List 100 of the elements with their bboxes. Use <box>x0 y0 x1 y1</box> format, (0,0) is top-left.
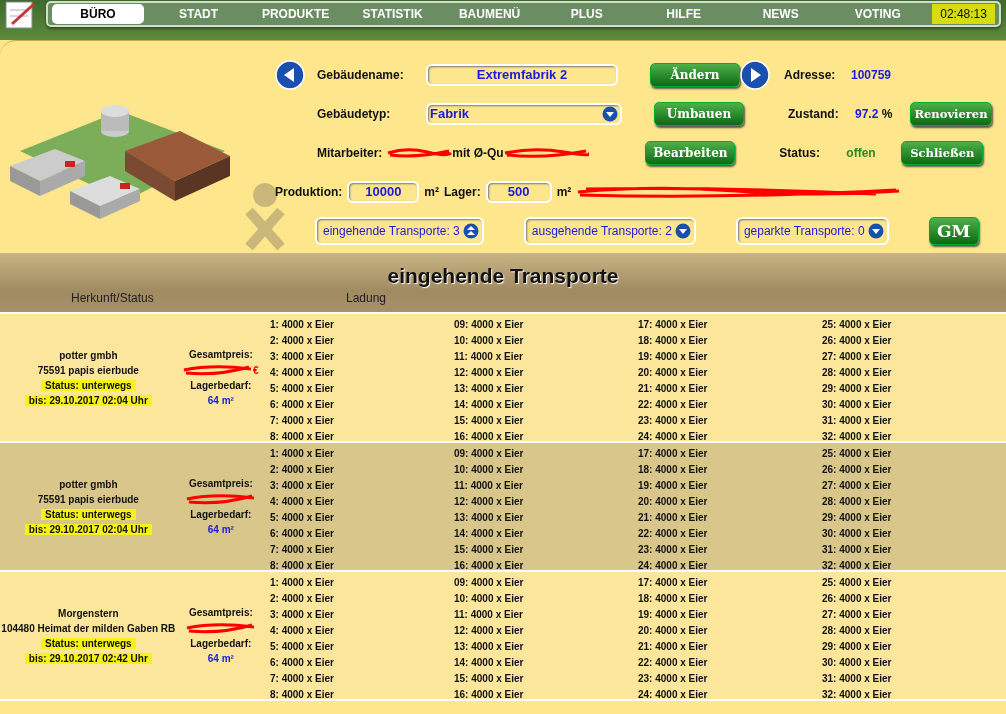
cargo-item: 2: 4000 x Eier <box>270 592 335 606</box>
cargo-item: 23: 4000 x Eier <box>638 672 709 686</box>
cargo-item: 1: 4000 x Eier <box>270 318 335 332</box>
cargo-item: 11: 4000 x Eier <box>454 608 524 622</box>
cargo-item: 29: 4000 x Eier <box>822 382 893 396</box>
notepad-icon[interactable] <box>4 0 38 30</box>
cargo-item: 2: 4000 x Eier <box>270 463 335 477</box>
transport-toggle[interactable]: geparkte Transporte: 0 <box>735 216 889 245</box>
building-name-field[interactable]: Extremfabrik 2 <box>426 63 618 86</box>
cargo-item: 09: 4000 x Eier <box>454 576 525 590</box>
cargo-item: 5: 4000 x Eier <box>270 511 335 525</box>
arrival-time: bis: 29.10.2017 02:04 Uhr <box>24 523 152 535</box>
cargo-item: 30: 4000 x Eier <box>822 656 893 670</box>
nav-tab[interactable]: PRODUKTE <box>247 4 345 24</box>
column-header: Ladung <box>346 291 387 307</box>
cargo-item: 17: 4000 x Eier <box>638 318 709 332</box>
redaction-scribble <box>185 622 256 634</box>
cargo-item: 27: 4000 x Eier <box>822 350 893 364</box>
transport-status: Status: unterwegs <box>41 508 136 520</box>
cargo-item: 25: 4000 x Eier <box>822 576 893 590</box>
cargo-item: 18: 4000 x Eier <box>638 463 709 477</box>
redaction-scribble <box>185 493 256 505</box>
nav-tab[interactable]: STADT <box>150 4 248 24</box>
cargo-item: 22: 4000 x Eier <box>638 398 709 412</box>
storage-field[interactable]: 500 <box>485 180 552 203</box>
cargo-item: 6: 4000 x Eier <box>270 527 335 541</box>
percent-unit: % <box>881 106 893 121</box>
cargo-item: 12: 4000 x Eier <box>454 495 525 509</box>
production-field[interactable]: 10000 <box>347 180 420 203</box>
cargo-item: 3: 4000 x Eier <box>270 350 335 364</box>
cargo-item: 15: 4000 x Eier <box>454 414 525 428</box>
cargo-item: 4: 4000 x Eier <box>270 495 335 509</box>
total-price-label: Gesamtpreis: <box>188 607 253 618</box>
nav-tab[interactable]: STATISTIK <box>344 4 442 24</box>
condition-label: Zustand: <box>788 106 840 121</box>
cargo-item: 22: 4000 x Eier <box>638 656 709 670</box>
cargo-item: 24: 4000 x Eier <box>638 559 709 573</box>
nav-tab[interactable]: HILFE <box>635 4 733 24</box>
section-title: eingehende Transporte <box>0 253 1006 291</box>
nav-tab[interactable]: BAUMENÜ <box>441 4 539 24</box>
nav-tab[interactable]: PLUS <box>538 4 636 24</box>
edit-button[interactable]: Bearbeiten <box>645 140 736 165</box>
renovate-button[interactable]: Renovieren <box>910 101 992 126</box>
cargo-item: 19: 4000 x Eier <box>638 350 709 364</box>
transport-toggle[interactable]: eingehende Transporte: 3 <box>315 216 484 245</box>
status-value: offen <box>846 145 877 160</box>
nav-tab[interactable]: BÜRO <box>52 4 144 24</box>
origin-name: 104480 Heimat der milden Gaben RB <box>1 622 176 634</box>
cargo-item: 21: 4000 x Eier <box>638 382 709 396</box>
collapse-icon <box>462 222 479 239</box>
cargo-item: 26: 4000 x Eier <box>822 334 893 348</box>
transport-status: Status: unterwegs <box>41 379 136 391</box>
cargo-item: 28: 4000 x Eier <box>822 624 893 638</box>
cargo-item: 24: 4000 x Eier <box>638 430 709 444</box>
cargo-item: 17: 4000 x Eier <box>638 447 709 461</box>
cargo-item: 12: 4000 x Eier <box>454 624 525 638</box>
cargo-item: 10: 4000 x Eier <box>454 592 525 606</box>
company-name: potter gmbh <box>59 349 118 361</box>
production-label: Produktion: <box>275 184 343 199</box>
storage-label: Lager: <box>444 184 481 199</box>
cargo-item: 28: 4000 x Eier <box>822 366 893 380</box>
rebuild-button[interactable]: Umbauen <box>654 101 744 126</box>
next-arrow-button[interactable] <box>740 59 770 90</box>
nav-tab[interactable]: VOTING <box>829 4 927 24</box>
rename-button[interactable]: Ändern <box>650 62 740 87</box>
cargo-item: 20: 4000 x Eier <box>638 495 709 509</box>
storage-unit: m² <box>556 184 572 199</box>
building-name-label: Gebäudename: <box>317 67 405 82</box>
nav-tab[interactable]: NEWS <box>732 4 830 24</box>
cargo-item: 17: 4000 x Eier <box>638 576 709 590</box>
cargo-item: 09: 4000 x Eier <box>454 447 525 461</box>
cargo-item: 25: 4000 x Eier <box>822 447 893 461</box>
cargo-item: 12: 4000 x Eier <box>454 366 525 380</box>
cargo-item: 4: 4000 x Eier <box>270 624 335 638</box>
cargo-item: 20: 4000 x Eier <box>638 366 709 380</box>
cargo-item: 32: 4000 x Eier <box>822 430 893 444</box>
cargo-item: 21: 4000 x Eier <box>638 640 709 654</box>
cargo-item: 11: 4000 x Eier <box>454 350 524 364</box>
cargo-item: 19: 4000 x Eier <box>638 608 709 622</box>
cargo-item: 5: 4000 x Eier <box>270 640 335 654</box>
previous-arrow-button[interactable] <box>275 59 305 90</box>
cargo-item: 3: 4000 x Eier <box>270 608 335 622</box>
close-building-button[interactable]: Schließen <box>901 140 984 165</box>
gm-button[interactable]: GM <box>928 216 979 245</box>
column-header: Herkunft/Status <box>71 291 155 307</box>
cargo-item: 1: 4000 x Eier <box>270 576 335 590</box>
cargo-item: 31: 4000 x Eier <box>822 543 893 557</box>
cargo-item: 18: 4000 x Eier <box>638 334 709 348</box>
expand-icon <box>867 222 884 239</box>
production-unit: m² <box>424 184 439 199</box>
cargo-item: 26: 4000 x Eier <box>822 463 893 477</box>
storage-need-value: 64 m² <box>207 395 234 406</box>
building-type-dropdown[interactable]: Fabrik <box>426 102 622 125</box>
cargo-item: 16: 4000 x Eier <box>454 688 525 702</box>
cargo-item: 15: 4000 x Eier <box>454 543 525 557</box>
cargo-item: 10: 4000 x Eier <box>454 463 525 477</box>
status-label: Status: <box>779 145 821 160</box>
transport-toggle[interactable]: ausgehende Transporte: 2 <box>523 216 696 245</box>
cargo-item: 8: 4000 x Eier <box>270 559 335 573</box>
cargo-item: 7: 4000 x Eier <box>270 414 335 428</box>
